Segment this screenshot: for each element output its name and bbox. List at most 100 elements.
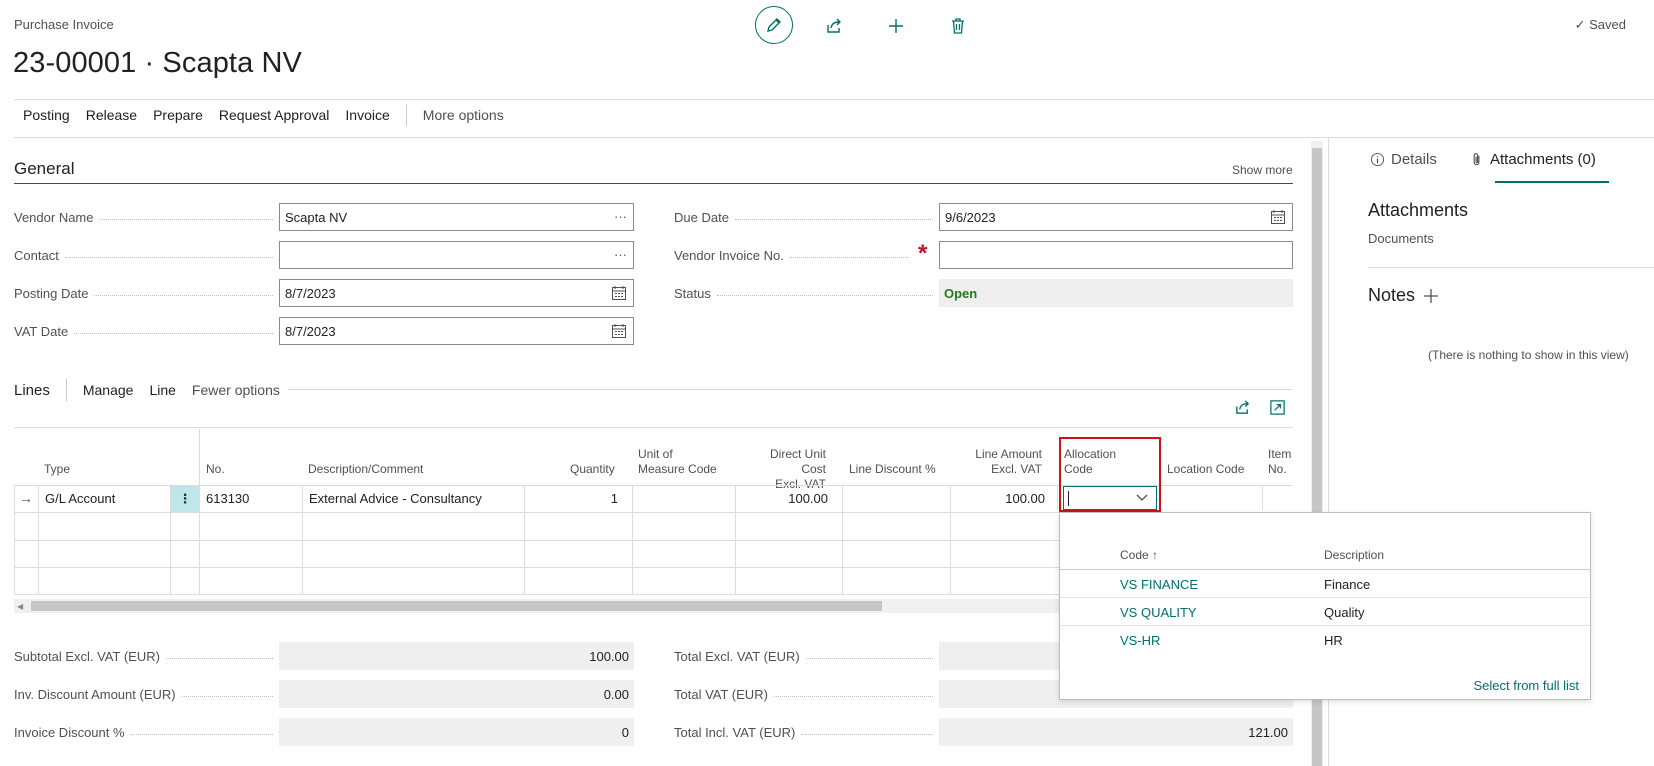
select-from-full-list-link[interactable]: Select from full list <box>1474 678 1579 693</box>
tab-details[interactable]: Details <box>1370 151 1437 168</box>
dd-option-desc: Finance <box>1324 577 1371 592</box>
col-line-discount[interactable]: Line Discount % <box>849 462 936 477</box>
dd-option-code[interactable]: VS-HR <box>1120 633 1160 648</box>
lines-header-divider <box>14 427 1293 428</box>
row-type[interactable]: G/L Account <box>45 491 115 506</box>
action-invoice[interactable]: Invoice <box>337 107 397 123</box>
dd-option-code[interactable]: VS FINANCE <box>1120 577 1198 592</box>
calendar-icon[interactable] <box>611 285 627 304</box>
contact-field[interactable]: ··· <box>279 241 634 269</box>
vendor-name-field[interactable]: Scapta NV ··· <box>279 203 634 231</box>
notes-empty-text: (There is nothing to show in this view) <box>1428 348 1629 362</box>
col-type[interactable]: Type <box>44 462 70 477</box>
col-quantity[interactable]: Quantity <box>570 462 615 477</box>
action-prepare[interactable]: Prepare <box>145 107 211 123</box>
vendor-invoice-no-label: Vendor Invoice No. <box>674 248 914 263</box>
inv-discount-field: 0.00 <box>279 680 634 708</box>
documents-label[interactable]: Documents <box>1368 231 1434 246</box>
header-divider <box>14 99 1654 100</box>
show-more-link[interactable]: Show more <box>1232 163 1293 177</box>
grid-line <box>1262 485 1263 510</box>
action-more-options[interactable]: More options <box>415 107 512 123</box>
attachments-title[interactable]: Attachments <box>1368 200 1468 221</box>
active-tab-underline <box>1495 181 1609 183</box>
col-item-no[interactable]: Item No. <box>1268 447 1291 477</box>
calendar-icon[interactable] <box>1270 209 1286 228</box>
dd-code-header[interactable]: Code ↑ <box>1120 548 1158 562</box>
allocation-code-input[interactable] <box>1063 486 1157 510</box>
share-icon <box>827 18 841 33</box>
vat-date-field[interactable]: 8/7/2023 <box>279 317 634 345</box>
page-caption: Purchase Invoice <box>14 17 114 32</box>
status-label: Status <box>674 286 939 301</box>
lines-fewer-options[interactable]: Fewer options <box>192 382 280 398</box>
vendor-invoice-no-field[interactable] <box>939 241 1293 269</box>
dd-option[interactable]: VS FINANCE Finance <box>1060 570 1590 598</box>
col-uom[interactable]: Unit of Measure Code <box>638 447 717 477</box>
inv-discount-pct-value: 0 <box>621 724 629 740</box>
action-release[interactable]: Release <box>78 107 145 123</box>
dd-option-code[interactable]: VS QUALITY <box>1120 605 1197 620</box>
col-location-code[interactable]: Location Code <box>1167 462 1244 477</box>
lookup-ellipsis-icon[interactable]: ··· <box>614 247 627 262</box>
lines-line[interactable]: Line <box>149 382 175 398</box>
tab-details-label: Details <box>1391 151 1437 168</box>
lookup-ellipsis-icon[interactable]: ··· <box>614 209 627 224</box>
allocation-code-dropdown[interactable]: Code ↑ Description VS FINANCE Finance VS… <box>1059 512 1591 700</box>
vendor-name-label: Vendor Name <box>14 210 279 225</box>
trash-icon <box>952 18 964 34</box>
scroll-left-icon[interactable]: ◀ <box>17 602 23 611</box>
lines-manage[interactable]: Manage <box>83 382 134 398</box>
vat-date-value: 8/7/2023 <box>285 323 336 339</box>
notes-header: Notes <box>1368 285 1439 306</box>
vat-date-label: VAT Date <box>14 324 279 339</box>
dd-option[interactable]: VS-HR HR <box>1060 626 1590 654</box>
posting-date-field[interactable]: 8/7/2023 <box>279 279 634 307</box>
total-vat-label: Total VAT (EUR) <box>674 687 939 702</box>
row-direct-unit-cost[interactable]: 100.00 <box>735 491 828 506</box>
new-button[interactable] <box>878 8 914 44</box>
row-quantity[interactable]: 1 <box>524 491 618 506</box>
col-description[interactable]: Description/Comment <box>308 462 423 477</box>
dd-desc-header[interactable]: Description <box>1324 548 1384 562</box>
general-title[interactable]: General <box>14 159 74 179</box>
lines-title[interactable]: Lines <box>14 382 50 399</box>
action-separator <box>405 104 407 126</box>
row-actions-icon[interactable]: ⋮ <box>171 486 199 512</box>
saved-label: Saved <box>1589 17 1626 32</box>
tab-attachments[interactable]: Attachments (0) <box>1470 151 1596 168</box>
delete-button[interactable] <box>940 8 976 44</box>
action-request-approval[interactable]: Request Approval <box>211 107 338 123</box>
saved-status: ✓ Saved <box>1575 17 1626 33</box>
inv-discount-value: 0.00 <box>603 686 629 702</box>
dd-option[interactable]: VS QUALITY Quality <box>1060 598 1590 626</box>
horizontal-scrollbar[interactable]: ◀ <box>14 599 1059 613</box>
subtotal-field: 100.00 <box>279 642 634 670</box>
col-line-amount[interactable]: Line Amount Excl. VAT <box>964 447 1042 477</box>
lines-action-bar: Lines Manage Line Fewer options <box>14 379 288 401</box>
col-no[interactable]: No. <box>206 462 225 477</box>
dd-option-desc: HR <box>1324 633 1343 648</box>
chevron-down-icon[interactable] <box>1136 494 1148 502</box>
row-line-amount[interactable]: 100.00 <box>950 491 1045 506</box>
calendar-icon[interactable] <box>611 323 627 342</box>
edit-button[interactable] <box>755 6 793 44</box>
horizontal-scrollbar-thumb[interactable] <box>31 601 882 611</box>
inv-discount-pct-label: Invoice Discount % <box>14 725 279 740</box>
action-bar: Posting Release Prepare Request Approval… <box>14 104 512 126</box>
share-button[interactable] <box>816 8 852 44</box>
check-icon: ✓ <box>1574 17 1586 32</box>
due-date-field[interactable]: 9/6/2023 <box>939 203 1293 231</box>
lines-expand-icon[interactable] <box>1269 399 1286 419</box>
action-posting[interactable]: Posting <box>14 107 78 123</box>
action-divider <box>14 137 1654 138</box>
row-description[interactable]: External Advice - Consultancy <box>309 491 482 506</box>
text-cursor <box>1068 491 1069 506</box>
row-no[interactable]: 613130 <box>206 491 249 506</box>
posting-date-label: Posting Date <box>14 286 279 301</box>
vendor-name-value: Scapta NV <box>285 209 348 225</box>
grid-line <box>1057 485 1058 510</box>
due-date-label: Due Date <box>674 210 939 225</box>
plus-icon[interactable] <box>1423 288 1439 304</box>
lines-share-icon[interactable] <box>1234 399 1251 419</box>
